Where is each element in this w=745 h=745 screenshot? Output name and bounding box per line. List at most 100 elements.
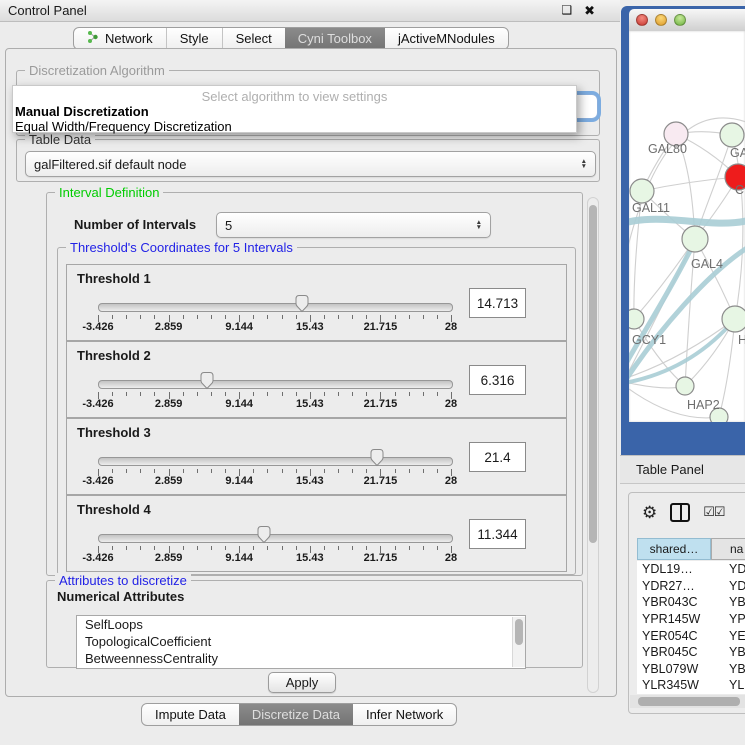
table-row[interactable]: YPR145WYPR1	[637, 611, 745, 628]
combo-stepper-icon: ▲▼	[470, 220, 482, 230]
cell-shared-name: YDR27…	[637, 579, 711, 593]
list-item[interactable]: BetweennessCentrality	[77, 650, 525, 667]
threshold-value-field[interactable]: 6.316	[469, 365, 526, 395]
slider-thumb[interactable]	[368, 448, 386, 472]
slider-tick	[112, 469, 113, 473]
table-row[interactable]: YER054CYER0	[637, 627, 745, 644]
table-row[interactable]: YBR043CYBR0	[637, 594, 745, 611]
table-row[interactable]: YLR345WYLR3	[637, 677, 745, 694]
slider-track[interactable]	[98, 457, 453, 466]
table-data-combo[interactable]: galFiltered.sif default node ▲▼	[25, 151, 596, 177]
column-header-name[interactable]: na	[711, 538, 745, 560]
network-node[interactable]	[682, 226, 708, 252]
network-node-label[interactable]: GAL4	[691, 257, 723, 271]
network-node[interactable]	[722, 306, 745, 332]
tab-infer-network[interactable]: Infer Network	[353, 704, 456, 725]
algorithm-option-equal-width[interactable]: Equal Width/Frequency Discretization	[13, 119, 576, 134]
slider-thumb[interactable]	[198, 371, 216, 395]
tab-jactivemnodules[interactable]: jActiveMNodules	[385, 28, 508, 49]
slider-tick	[126, 392, 127, 396]
table-data-group: Table Data galFiltered.sif default node …	[16, 139, 600, 182]
network-node-label[interactable]: GCY1	[632, 333, 666, 347]
content-scrollbar-thumb[interactable]	[589, 205, 597, 543]
table-hscrollbar-thumb[interactable]	[638, 697, 740, 706]
tab-cyni-toolbox[interactable]: Cyni Toolbox	[285, 28, 385, 49]
tab-network[interactable]: Network	[74, 28, 166, 49]
threshold-value-field[interactable]: 11.344	[469, 519, 526, 549]
float-window-icon[interactable]: ❑	[561, 3, 572, 19]
table-row[interactable]: YBR045CYBR0	[637, 644, 745, 661]
slider-tick	[140, 546, 141, 550]
threshold-panel: Threshold 3-3.4262.8599.14415.4321.71528…	[66, 418, 567, 495]
network-window-titlebar[interactable]	[629, 9, 745, 32]
slider-thumb[interactable]	[293, 294, 311, 318]
tab-style[interactable]: Style	[166, 28, 222, 49]
slider-tick	[324, 392, 325, 396]
close-panel-icon[interactable]: ✖	[584, 3, 595, 19]
tab-discretize-data[interactable]: Discretize Data	[239, 704, 353, 725]
slider-tick	[338, 315, 339, 319]
slider-tick	[437, 546, 438, 550]
network-node-label[interactable]: HAP2	[687, 398, 720, 412]
tab-impute-data[interactable]: Impute Data	[142, 704, 239, 725]
number-of-intervals-combo[interactable]: 5 ▲▼	[216, 212, 491, 238]
slider-tick	[366, 315, 367, 319]
tab-select[interactable]: Select	[222, 28, 285, 49]
network-canvas[interactable]: GAL80 GA C GAL11 GAL4 GCY1 H HAP2	[629, 31, 745, 422]
column-header-shared-name[interactable]: shared…	[637, 538, 711, 560]
slider-track[interactable]	[98, 303, 453, 312]
slider-tick	[154, 546, 155, 550]
attributes-list-scrollbar[interactable]	[512, 617, 525, 667]
slider-tick	[423, 469, 424, 473]
slider-tick	[225, 469, 226, 473]
slider-tick	[352, 315, 353, 319]
checkbox-icons[interactable]: ☑☑	[703, 504, 724, 520]
apply-button[interactable]: Apply	[268, 672, 336, 693]
list-item[interactable]: TopologicalCoefficient	[77, 633, 525, 650]
close-traffic-light-icon[interactable]	[636, 14, 648, 26]
network-node-label[interactable]: H	[738, 333, 745, 347]
network-node[interactable]	[629, 309, 644, 329]
table-row[interactable]: YDR27…YDR2	[637, 578, 745, 595]
gear-icon[interactable]: ⚙	[642, 504, 657, 521]
cell-name: YBR0	[711, 595, 745, 609]
split-columns-icon[interactable]	[670, 503, 690, 522]
algorithm-prompt-item[interactable]: Select algorithm to view settings	[13, 86, 576, 104]
network-node-label[interactable]: GA	[730, 146, 745, 160]
network-node-label[interactable]: GAL80	[648, 142, 687, 156]
network-node[interactable]	[630, 179, 654, 203]
table-row[interactable]: YBL079WYBL0	[637, 661, 745, 678]
slider-track[interactable]	[98, 380, 453, 389]
tab-cyni-toolbox-label: Cyni Toolbox	[298, 31, 372, 46]
numerical-attributes-list[interactable]: SelfLoopsTopologicalCoefficientBetweenne…	[76, 615, 526, 669]
algorithm-option-manual[interactable]: Manual Discretization	[13, 104, 576, 119]
list-item[interactable]: SelfLoops	[77, 616, 525, 633]
slider-tick	[366, 546, 367, 550]
threshold-value-field[interactable]: 14.713	[469, 288, 526, 318]
content-scrollbar[interactable]	[587, 197, 599, 693]
network-node-label[interactable]: C	[735, 183, 744, 197]
slider-thumb[interactable]	[255, 525, 273, 549]
network-node-label[interactable]: GAL11	[632, 201, 670, 215]
slider-tick-label: -3.426	[82, 475, 113, 487]
network-node[interactable]	[720, 123, 744, 147]
slider-tick-label: 15.43	[296, 398, 324, 410]
minimize-traffic-light-icon[interactable]	[655, 14, 667, 26]
slider-track[interactable]	[98, 534, 453, 543]
slider-tick-label: 15.43	[296, 475, 324, 487]
table-row[interactable]: YDL19…YDL1	[637, 561, 745, 578]
cell-shared-name: YBR043C	[637, 595, 711, 609]
threshold-value-field[interactable]: 21.4	[469, 442, 526, 472]
algorithm-popup: Select algorithm to view settings Manual…	[12, 85, 577, 133]
network-node[interactable]	[676, 377, 694, 395]
cell-name: YPR1	[711, 612, 745, 626]
slider-tick	[211, 315, 212, 319]
slider-tick-label: 28	[445, 552, 457, 564]
slider-tick	[112, 546, 113, 550]
slider-tick-label: 21.715	[364, 475, 398, 487]
attributes-scrollbar-thumb[interactable]	[515, 619, 523, 645]
interval-definition-group: Interval Definition Number of Intervals …	[46, 192, 583, 576]
slider-tick	[395, 315, 396, 319]
table-hscrollbar[interactable]	[630, 695, 745, 708]
zoom-traffic-light-icon[interactable]	[674, 14, 686, 26]
